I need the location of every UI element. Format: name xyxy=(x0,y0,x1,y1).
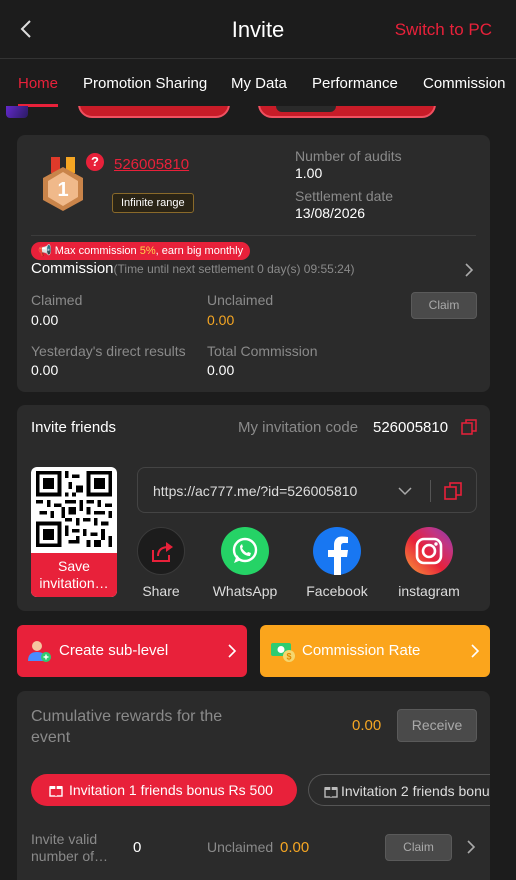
total-commission-label: Total Commission xyxy=(207,343,318,359)
claim-commission-button[interactable]: Claim xyxy=(411,292,477,319)
reward-chevron-right-icon[interactable] xyxy=(464,840,478,854)
banner-art-left xyxy=(6,106,28,118)
facebook-button[interactable]: Facebook xyxy=(302,527,372,599)
invitation-code-label: My invitation code xyxy=(238,419,359,436)
event-rewards-card: Cumulative rewards for the event 0.00 Re… xyxy=(17,691,490,880)
link-field-divider xyxy=(430,480,431,502)
claimed-value: 0.00 xyxy=(31,312,59,328)
invite-friends-card: Invite friends My invitation code 526005… xyxy=(17,405,490,611)
chevron-down-icon[interactable] xyxy=(398,484,412,498)
switch-to-pc-link[interactable]: Switch to PC xyxy=(395,20,492,40)
create-sub-level-button[interactable]: Create sub-level xyxy=(17,625,247,677)
whatsapp-label: WhatsApp xyxy=(212,583,278,599)
audits-label: Number of audits xyxy=(295,148,402,164)
audits-value: 1.00 xyxy=(295,165,323,181)
settlement-label: Settlement date xyxy=(295,188,394,204)
settlement-timer: (Time until next settlement 0 day(s) 09:… xyxy=(113,262,355,276)
unclaimed-value: 0.00 xyxy=(207,312,235,328)
share-button[interactable]: Share xyxy=(135,527,187,599)
total-commission-value: 0.00 xyxy=(207,362,235,378)
claimed-label: Claimed xyxy=(31,292,83,308)
banner-art-detail xyxy=(276,106,336,112)
banner-art-middle xyxy=(78,106,230,118)
tab-home[interactable]: Home xyxy=(18,75,58,92)
invitation-1-bonus-tab[interactable]: Invitation 1 friends bonus Rs 500 xyxy=(31,774,297,806)
tab-commission[interactable]: Commission xyxy=(423,75,506,92)
yesterday-value: 0.00 xyxy=(31,362,59,378)
max-commission-suffix: , earn big monthly xyxy=(155,245,244,257)
facebook-label: Facebook xyxy=(306,583,368,599)
commission-rate-label: Commission Rate xyxy=(302,642,421,659)
unclaimed-label: Unclaimed xyxy=(207,292,274,308)
commission-title-row: Commission(Time until next settlement 0 … xyxy=(31,260,355,277)
instagram-icon xyxy=(405,527,453,575)
svg-text:$: $ xyxy=(286,652,291,662)
qr-code-image xyxy=(36,471,112,547)
commission-title: Commission xyxy=(31,260,114,277)
add-user-icon xyxy=(28,641,51,662)
card-divider xyxy=(31,235,476,236)
invitation-1-bonus-label: Invitation 1 friends bonus Rs 500 xyxy=(69,782,273,798)
valid-invites-value: 0 xyxy=(133,839,142,856)
copy-code-icon[interactable] xyxy=(461,419,477,435)
tab-promotion-sharing[interactable]: Promotion Sharing xyxy=(83,75,207,92)
tab-performance[interactable]: Performance xyxy=(312,75,398,92)
chevron-right-icon xyxy=(228,644,237,658)
help-question-icon[interactable]: ? xyxy=(86,153,104,171)
chevron-right-icon xyxy=(471,644,480,658)
tab-bar: Home Promotion Sharing My Data Performan… xyxy=(0,58,516,108)
money-icon: $ xyxy=(271,643,295,662)
range-badge: Infinite range xyxy=(112,193,194,213)
invite-friends-title: Invite friends xyxy=(31,419,117,436)
yesterday-label: Yesterday's direct results xyxy=(31,343,186,359)
invitation-2-bonus-tab[interactable]: Invitation 2 friends bonus xyxy=(308,774,490,806)
top-header: Invite Switch to PC xyxy=(0,0,516,58)
create-sub-level-label: Create sub-level xyxy=(59,642,169,659)
instagram-label: instagram xyxy=(398,583,460,599)
valid-invites-label: Invite valid number of… xyxy=(31,831,109,864)
share-label: Share xyxy=(142,583,180,599)
settlement-value: 13/08/2026 xyxy=(295,205,366,221)
level-number: 1 xyxy=(57,179,68,201)
level-medal-icon: 1 xyxy=(43,157,83,211)
max-commission-badge: 📢 Max commission 5%, earn big monthly xyxy=(31,242,251,260)
gift-icon xyxy=(49,786,63,797)
claim-reward-button[interactable]: Claim xyxy=(385,834,452,861)
reward-unclaimed-value: 0.00 xyxy=(280,839,310,856)
promo-banner-strip[interactable] xyxy=(0,106,516,120)
share-icon xyxy=(137,527,185,575)
invitation-2-bonus-label: Invitation 2 friends bonus xyxy=(341,783,490,799)
megaphone-icon: 📢 xyxy=(38,245,52,257)
cumulative-rewards-label: Cumulative rewards for the event xyxy=(31,708,223,746)
user-id-link[interactable]: 526005810 xyxy=(114,156,189,173)
max-commission-value: 5% xyxy=(139,245,156,257)
copy-link-icon[interactable] xyxy=(444,482,462,500)
commission-chevron-right-icon[interactable] xyxy=(462,263,476,277)
commission-card: 1 ? 526005810 Infinite range Number of a… xyxy=(17,135,490,392)
tab-my-data[interactable]: My Data xyxy=(231,75,287,92)
reward-unclaimed-label: Unclaimed xyxy=(207,839,274,855)
commission-rate-button[interactable]: $ Commission Rate xyxy=(260,625,490,677)
invitation-link: https://ac777.me/?id=526005810 xyxy=(153,483,358,499)
invitation-link-field[interactable]: https://ac777.me/?id=526005810 xyxy=(137,467,477,513)
whatsapp-icon xyxy=(221,527,269,575)
receive-button[interactable]: Receive xyxy=(397,709,477,742)
save-invitation-button[interactable]: Save invitation… xyxy=(31,553,117,597)
instagram-button[interactable]: instagram xyxy=(391,527,467,599)
gift-icon xyxy=(324,787,338,798)
facebook-icon xyxy=(313,527,361,575)
cumulative-rewards-value: 0.00 xyxy=(352,717,382,734)
whatsapp-button[interactable]: WhatsApp xyxy=(210,527,280,599)
qr-code-card[interactable]: Save invitation… xyxy=(31,467,117,597)
max-commission-prefix: Max commission xyxy=(54,245,140,257)
invitation-code-value: 526005810 xyxy=(373,419,449,436)
